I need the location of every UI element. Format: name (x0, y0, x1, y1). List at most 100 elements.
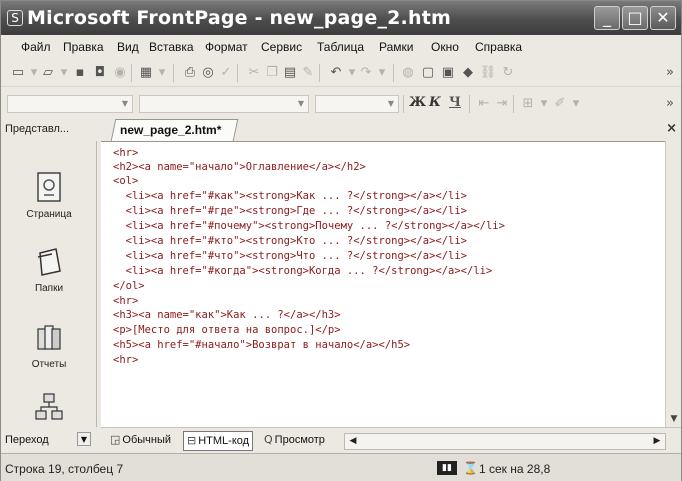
title-bar: S Microsoft FrontPage - new_page_2.htm _… (1, 1, 681, 35)
close-tab-icon[interactable]: × (666, 121, 677, 136)
view-reports-label: Отчеты (31, 359, 67, 370)
menu-file[interactable]: Файл (21, 40, 51, 54)
scroll-right-icon[interactable]: ▶ (651, 435, 663, 448)
dropdown-arrow-icon[interactable]: ▾ (153, 64, 171, 82)
view-navigation-label[interactable]: Переход (5, 434, 49, 446)
italic-button[interactable]: К (429, 95, 441, 110)
navigation-icon (35, 393, 63, 420)
decrease-indent-icon[interactable]: ⇤ (475, 95, 493, 113)
web-component-icon[interactable]: ◍ (399, 64, 417, 82)
view-navigation-button[interactable] (11, 391, 87, 425)
style-dropdown[interactable]: ▼ (7, 95, 133, 113)
code-line[interactable]: <p>[Место для ответа на вопрос.]</p> (113, 323, 341, 337)
paste-icon[interactable]: ▤ (281, 64, 299, 82)
publish-icon[interactable]: ◘ (91, 64, 109, 82)
code-line[interactable]: <h3><a name="как">Как ... ?</a></h3> (113, 308, 341, 322)
code-line[interactable]: <li><a href="#когда"><strong>Когда ... ?… (113, 264, 493, 278)
code-line[interactable]: <li><a href="#что"><strong>Что ... ?</st… (113, 249, 467, 263)
font-size-dropdown[interactable]: ▼ (315, 95, 399, 113)
toolbar-options-icon[interactable]: » (661, 64, 679, 82)
bold-button[interactable]: Ж (409, 95, 426, 110)
chevron-down-icon: ▼ (297, 99, 305, 108)
document-tab-row: new_page_2.htm* × (97, 117, 681, 141)
cursor-position-status: Строка 19, столбец 7 (5, 462, 124, 476)
menu-view[interactable]: Вид (117, 40, 139, 54)
menu-help[interactable]: Справка (475, 40, 522, 54)
view-folders-button[interactable]: Папки (11, 245, 87, 294)
menu-format[interactable]: Формат (205, 40, 248, 54)
view-folders-label: Папки (34, 283, 64, 294)
minimize-button[interactable]: _ (594, 6, 620, 30)
drawing-icon[interactable]: ◆ (459, 64, 477, 82)
dropdown-arrow-icon[interactable]: ▾ (373, 64, 391, 82)
chevron-down-icon: ▼ (121, 99, 129, 108)
tab-html-view[interactable]: ⊟ HTML-код (183, 431, 254, 451)
horizontal-scrollbar[interactable]: ◀ ▶ (344, 433, 666, 450)
insert-picture-icon[interactable]: ▣ (439, 64, 457, 82)
menu-table[interactable]: Таблица (317, 40, 364, 54)
copy-icon[interactable]: ❐ (263, 64, 281, 82)
underline-button[interactable]: Ч (449, 95, 461, 110)
views-more-bar: Переход ▼ (1, 427, 97, 453)
menu-frames[interactable]: Рамки (379, 40, 413, 54)
scroll-left-icon[interactable]: ◀ (347, 435, 359, 448)
scroll-down-icon[interactable]: ▼ (668, 413, 680, 425)
formatting-toolbar: ▼ ▼ ▼ Ж К Ч ⇤ ⇥ ⊞ ▾ ✐ ▾ » (1, 87, 681, 117)
code-line[interactable]: <h5><a href="#начало">Возврат в начало</… (113, 338, 410, 352)
html-view-icon: ⊟ (187, 434, 197, 447)
frontpage-window: S Microsoft FrontPage - new_page_2.htm _… (0, 0, 682, 481)
tab-new-page-2[interactable]: new_page_2.htm* (110, 119, 239, 141)
vertical-scrollbar[interactable]: ▼ (665, 141, 681, 427)
tab-normal-label: Обычный (122, 434, 172, 446)
preview-icon[interactable]: ◎ (199, 64, 217, 82)
code-line[interactable]: <li><a href="#где"><strong>Где ... ?</st… (113, 204, 467, 218)
refresh-icon[interactable]: ↻ (499, 64, 517, 82)
window-title: Microsoft FrontPage - new_page_2.htm (27, 7, 451, 29)
view-page-label: Страница (26, 209, 72, 220)
menu-tools[interactable]: Сервис (261, 40, 302, 54)
code-line[interactable]: <hr> (113, 294, 138, 308)
tab-preview-view[interactable]: Q Просмотр (261, 431, 328, 451)
code-line[interactable]: <ol> (113, 174, 138, 188)
menu-insert[interactable]: Вставка (149, 40, 194, 54)
tab-preview-label: Просмотр (274, 434, 325, 446)
folders-icon (37, 248, 61, 276)
dropdown-arrow-icon[interactable]: ▾ (567, 95, 585, 113)
status-bar: Строка 19, столбец 7 ▮▮ ⌛ 1 сек на 28,8 (1, 453, 681, 481)
format-painter-icon[interactable]: ✎ (299, 64, 317, 82)
font-dropdown[interactable]: ▼ (139, 95, 309, 113)
reports-icon (37, 325, 61, 350)
view-reports-button[interactable]: Отчеты (11, 321, 87, 370)
code-line[interactable]: </ol> (113, 279, 145, 293)
close-window-button[interactable]: ✕ (650, 6, 676, 30)
web-component-icon[interactable]: ◉ (111, 64, 129, 82)
code-line[interactable]: <hr> (113, 353, 138, 367)
view-page-button[interactable]: Страница (11, 171, 87, 220)
html-code-editor[interactable]: <hr> <h2><a name="начало">Оглавление</a>… (101, 141, 665, 427)
code-line[interactable]: <li><a href="#кто"><strong>Кто ... ?</st… (113, 234, 467, 248)
spelling-icon[interactable]: ✓ (217, 64, 235, 82)
menu-edit[interactable]: Правка (63, 40, 104, 54)
cut-icon[interactable]: ✂ (245, 64, 263, 82)
insert-table-icon[interactable]: ▢ (419, 64, 437, 82)
hyperlink-icon[interactable]: ⛓ (479, 64, 497, 82)
tab-normal-view[interactable]: ◲ Обычный (107, 431, 174, 451)
download-time-status: 1 сек на 28,8 (479, 462, 551, 476)
toolbar-separator (513, 95, 514, 113)
save-icon[interactable]: ▪ (71, 64, 89, 82)
chevron-down-icon[interactable]: ▼ (77, 432, 91, 446)
menu-window[interactable]: Окно (431, 40, 459, 54)
code-line[interactable]: <h2><a name="начало">Оглавление</a></h2> (113, 160, 366, 174)
increase-indent-icon[interactable]: ⇥ (493, 95, 511, 113)
print-icon[interactable]: ⎙ (181, 64, 199, 82)
toolbar-options-icon[interactable]: » (661, 95, 679, 113)
code-line[interactable]: <li><a href="#почему"><strong>Почему ...… (113, 219, 505, 233)
menu-bar: Файл Правка Вид Вставка Формат Сервис Та… (1, 35, 681, 59)
frontpage-app-icon[interactable]: S (7, 10, 23, 26)
toolbar-separator (173, 64, 174, 82)
maximize-button[interactable]: □ (622, 6, 648, 30)
code-line[interactable]: <li><a href="#как"><strong>Как ... ?</st… (113, 189, 467, 203)
toolbar-separator (393, 64, 394, 82)
connection-speed-icon: ▮▮ (437, 461, 457, 475)
code-line[interactable]: <hr> (113, 146, 138, 160)
